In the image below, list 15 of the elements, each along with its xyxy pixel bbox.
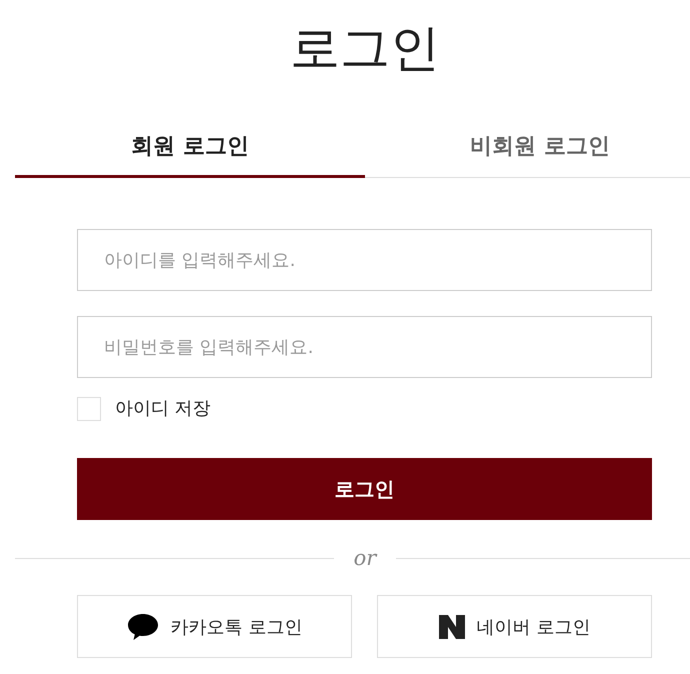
speech-bubble-icon [126, 612, 159, 640]
login-tab[interactable]: 비회원 로그인 [365, 98, 690, 178]
remember-label: 아이디 저장 [115, 397, 211, 421]
letter-n-icon [438, 614, 465, 638]
page-title: 로그인 [289, 18, 441, 78]
password-input[interactable]: 비밀번호를 입력해주세요. [77, 316, 652, 378]
social-login-label: 네이버 로그인 [476, 616, 590, 638]
or-divider-text: or [354, 546, 376, 570]
social-login-label: 카카오톡 로그인 [170, 616, 302, 638]
social-login-button[interactable]: 카카오톡 로그인 [77, 595, 352, 658]
remember-checkbox[interactable] [77, 397, 101, 421]
social-login-button[interactable]: 네이버 로그인 [377, 595, 652, 658]
id-input[interactable]: 아이디를 입력해주세요. [77, 229, 652, 291]
login-tab[interactable]: 회원 로그인 [15, 98, 365, 178]
login-button[interactable]: 로그인 [77, 458, 652, 520]
